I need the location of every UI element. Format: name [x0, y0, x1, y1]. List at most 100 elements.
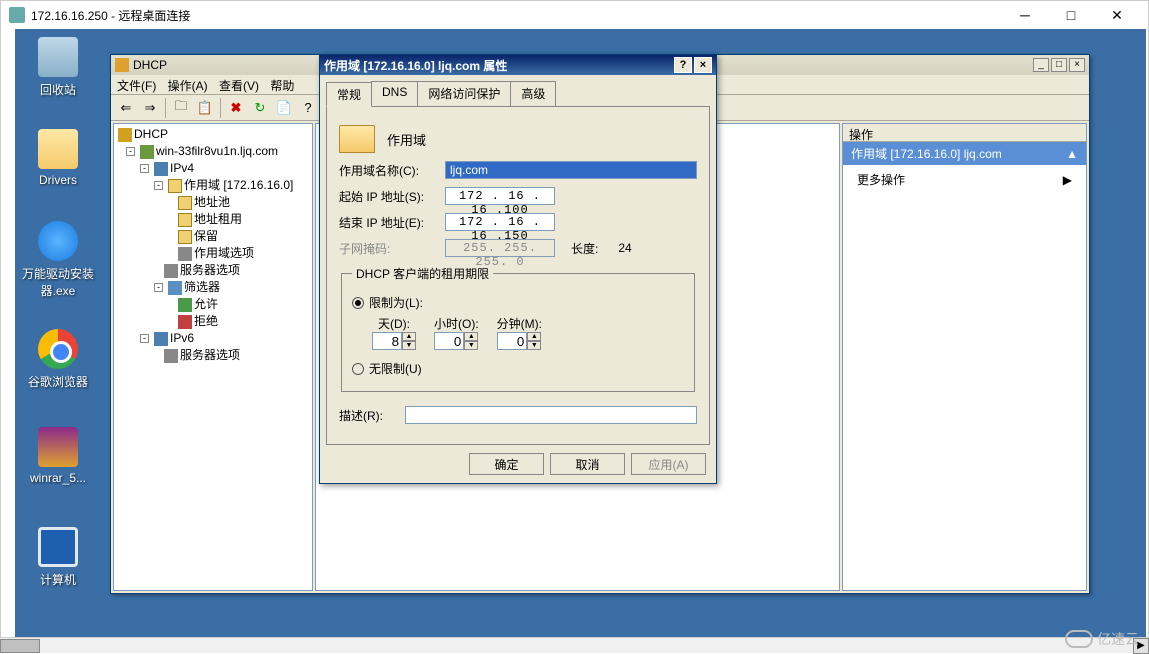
filter-icon [168, 281, 182, 295]
cancel-button[interactable]: 取消 [550, 453, 625, 475]
days-spinner[interactable]: ▲▼ [372, 332, 416, 350]
folder-icon [38, 129, 78, 169]
help-button[interactable]: ? [297, 97, 319, 119]
reserve-icon [178, 230, 192, 244]
tree-lease[interactable]: 地址租用 [194, 211, 242, 228]
days-input[interactable] [372, 332, 402, 350]
desktop-computer[interactable]: 计算机 [21, 527, 95, 588]
scope-icon [168, 179, 182, 193]
menu-help[interactable]: 帮助 [270, 79, 294, 93]
end-ip-input[interactable]: 172 . 16 . 16 .150 [445, 213, 555, 231]
server-icon [140, 145, 154, 159]
tree-deny[interactable]: 拒绝 [194, 313, 218, 330]
spin-up-icon[interactable]: ▲ [527, 332, 541, 341]
tree-srvopt6[interactable]: 服务器选项 [180, 347, 240, 364]
win10-min-button[interactable]: ─ [1002, 1, 1048, 29]
scope-name-input[interactable]: ljq.com [445, 161, 697, 179]
spin-down-icon[interactable]: ▼ [402, 341, 416, 350]
mmc-max-button[interactable]: □ [1051, 58, 1067, 72]
desktop-drivers[interactable]: Drivers [21, 129, 95, 187]
scope-properties-dialog[interactable]: 作用域 [172.16.16.0] ljq.com 属性 ? × 常规 DNS … [319, 54, 717, 484]
tree-srvopt[interactable]: 服务器选项 [180, 262, 240, 279]
win10-max-button[interactable]: □ [1048, 1, 1094, 29]
hours-spinner[interactable]: ▲▼ [434, 332, 478, 350]
tree-filter[interactable]: 筛选器 [184, 279, 220, 296]
toggle-icon[interactable]: - [154, 283, 163, 292]
nav-back-button[interactable]: ⇐ [115, 97, 137, 119]
ok-button[interactable]: 确定 [469, 453, 544, 475]
tab-dns[interactable]: DNS [371, 81, 418, 106]
tree-server[interactable]: win-33filr8vu1n.ljq.com [156, 143, 278, 160]
actions-section[interactable]: 作用域 [172.16.16.0] ljq.com ▲ [843, 142, 1086, 165]
tree-ipv4[interactable]: IPv4 [170, 160, 194, 177]
chrome-icon [38, 329, 78, 369]
spin-down-icon[interactable]: ▼ [527, 341, 541, 350]
tab-general-panel: 作用域 作用域名称(C): ljq.com 起始 IP 地址(S): 172 .… [326, 106, 710, 445]
hours-input[interactable] [434, 332, 464, 350]
tree-reserve[interactable]: 保留 [194, 228, 218, 245]
tree-allow[interactable]: 允许 [194, 296, 218, 313]
start-ip-input[interactable]: 172 . 16 . 16 .100 [445, 187, 555, 205]
lease-icon [178, 213, 192, 227]
toggle-icon[interactable]: - [140, 164, 149, 173]
scroll-thumb[interactable] [0, 639, 40, 653]
mmc-tree[interactable]: DHCP -win-33filr8vu1n.ljq.com -IPv4 -作用域… [113, 123, 313, 591]
mmc-min-button[interactable]: _ [1033, 58, 1049, 72]
actions-more[interactable]: 更多操作 ▶ [843, 165, 1086, 194]
tree-scope[interactable]: 作用域 [172.16.16.0] [184, 177, 293, 194]
rdp-icon [9, 7, 25, 23]
toggle-icon[interactable]: - [126, 147, 135, 156]
dialog-help-button[interactable]: ? [674, 57, 692, 73]
dialog-title-text: 作用域 [172.16.16.0] ljq.com 属性 [324, 57, 507, 74]
tree-pool[interactable]: 地址池 [194, 194, 230, 211]
tree-ipv6[interactable]: IPv6 [170, 330, 194, 347]
win10-close-button[interactable]: ✕ [1094, 1, 1140, 29]
dialog-titlebar[interactable]: 作用域 [172.16.16.0] ljq.com 属性 ? × [320, 55, 716, 75]
recycle-bin-icon [38, 37, 78, 77]
actions-header: 操作 [843, 124, 1086, 142]
spin-up-icon[interactable]: ▲ [402, 332, 416, 341]
properties-button[interactable]: 📋 [194, 97, 216, 119]
tab-nap[interactable]: 网络访问保护 [417, 81, 511, 106]
tab-general[interactable]: 常规 [326, 82, 372, 107]
srvopt6-icon [164, 349, 178, 363]
minutes-input[interactable] [497, 332, 527, 350]
watermark-logo-icon [1065, 630, 1093, 648]
win10-titlebar[interactable]: 172.16.16.250 - 远程桌面连接 ─ □ ✕ [1, 1, 1148, 29]
description-input[interactable] [405, 406, 697, 424]
menu-file[interactable]: 文件(F) [117, 79, 156, 93]
horizontal-scrollbar[interactable]: ▶ [0, 637, 1149, 653]
nav-fwd-button[interactable]: ⇒ [139, 97, 161, 119]
up-button[interactable]: 🗀 [170, 97, 192, 119]
toggle-icon[interactable]: - [140, 334, 149, 343]
lease-legend: DHCP 客户端的租用期限 [352, 265, 493, 282]
apply-button[interactable]: 应用(A) [631, 453, 706, 475]
tree-scopeopt[interactable]: 作用域选项 [194, 245, 254, 262]
refresh-button[interactable]: ↻ [249, 97, 271, 119]
tab-advanced[interactable]: 高级 [510, 81, 556, 106]
radio-limited[interactable]: 限制为(L): [352, 294, 684, 311]
desktop-label: 计算机 [21, 571, 95, 588]
desktop-chrome[interactable]: 谷歌浏览器 [21, 329, 95, 390]
dialog-close-button[interactable]: × [694, 57, 712, 73]
label-hours: 小时(O): [434, 315, 479, 332]
menu-action[interactable]: 操作(A) [168, 79, 208, 93]
minutes-spinner[interactable]: ▲▼ [497, 332, 541, 350]
desktop-recycle-bin[interactable]: 回收站 [21, 37, 95, 98]
menu-view[interactable]: 查看(V) [219, 79, 259, 93]
toggle-icon[interactable]: - [154, 181, 163, 190]
desktop-label: 谷歌浏览器 [21, 373, 95, 390]
mmc-close-button[interactable]: × [1069, 58, 1085, 72]
srvopt-icon [164, 264, 178, 278]
spin-down-icon[interactable]: ▼ [464, 341, 478, 350]
deny-icon [178, 315, 192, 329]
tree-root[interactable]: DHCP [134, 126, 168, 143]
radio-unlimited[interactable]: 无限制(U) [352, 360, 684, 377]
export-button[interactable]: 📄 [273, 97, 295, 119]
spin-up-icon[interactable]: ▲ [464, 332, 478, 341]
desktop-driver-installer[interactable]: 万能驱动安装器.exe [21, 221, 95, 299]
desktop-winrar[interactable]: winrar_5... [21, 427, 95, 485]
label-start-ip: 起始 IP 地址(S): [339, 188, 439, 205]
chevron-up-icon: ▲ [1066, 147, 1078, 161]
delete-button[interactable]: ✖ [225, 97, 247, 119]
